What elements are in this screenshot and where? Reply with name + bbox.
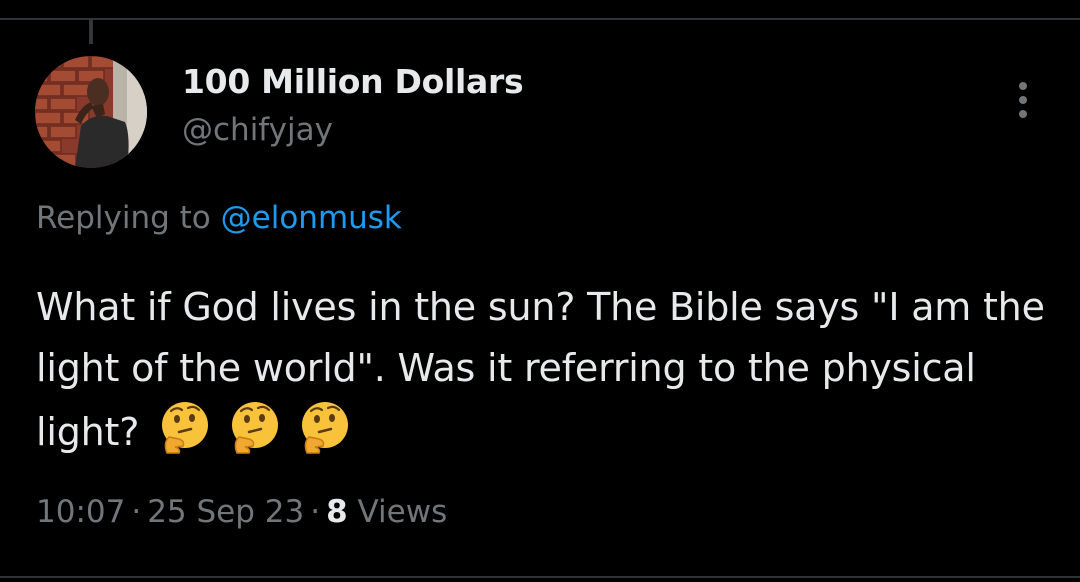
- top-divider: [0, 18, 1080, 20]
- views-count[interactable]: 8: [326, 494, 348, 530]
- tweet-date[interactable]: 25 Sep 23: [147, 494, 304, 530]
- tweet-body: What if God lives in the sun? The Bible …: [36, 277, 1066, 473]
- more-dot: [1019, 82, 1027, 90]
- author-handle[interactable]: @chifyjay: [182, 112, 333, 148]
- replying-to-line: Replying to @elonmusk: [36, 200, 402, 236]
- meta-separator: ·: [310, 494, 321, 530]
- tweet-time[interactable]: 10:07: [36, 494, 125, 530]
- avatar-photo: [35, 56, 147, 168]
- replying-to-mention-link[interactable]: @elonmusk: [221, 200, 402, 236]
- meta-separator: ·: [131, 494, 142, 530]
- author-display-name[interactable]: 100 Million Dollars: [182, 62, 524, 101]
- more-dot: [1019, 110, 1027, 118]
- bottom-divider: [0, 576, 1080, 578]
- thinking-face-emoji-icon: [301, 402, 348, 454]
- views-label[interactable]: Views: [358, 494, 448, 530]
- thread-connector-line: [89, 18, 93, 44]
- thinking-face-emoji-icon: [162, 402, 209, 454]
- more-dot: [1019, 96, 1027, 104]
- replying-to-prefix: Replying to: [36, 200, 211, 236]
- thinking-face-emoji-icon: [231, 402, 278, 454]
- tweet-meta: 10:07 · 25 Sep 23 · 8 Views: [36, 494, 447, 530]
- more-options-icon[interactable]: [1008, 82, 1038, 120]
- emoji-group: [157, 399, 355, 473]
- avatar[interactable]: [35, 56, 147, 168]
